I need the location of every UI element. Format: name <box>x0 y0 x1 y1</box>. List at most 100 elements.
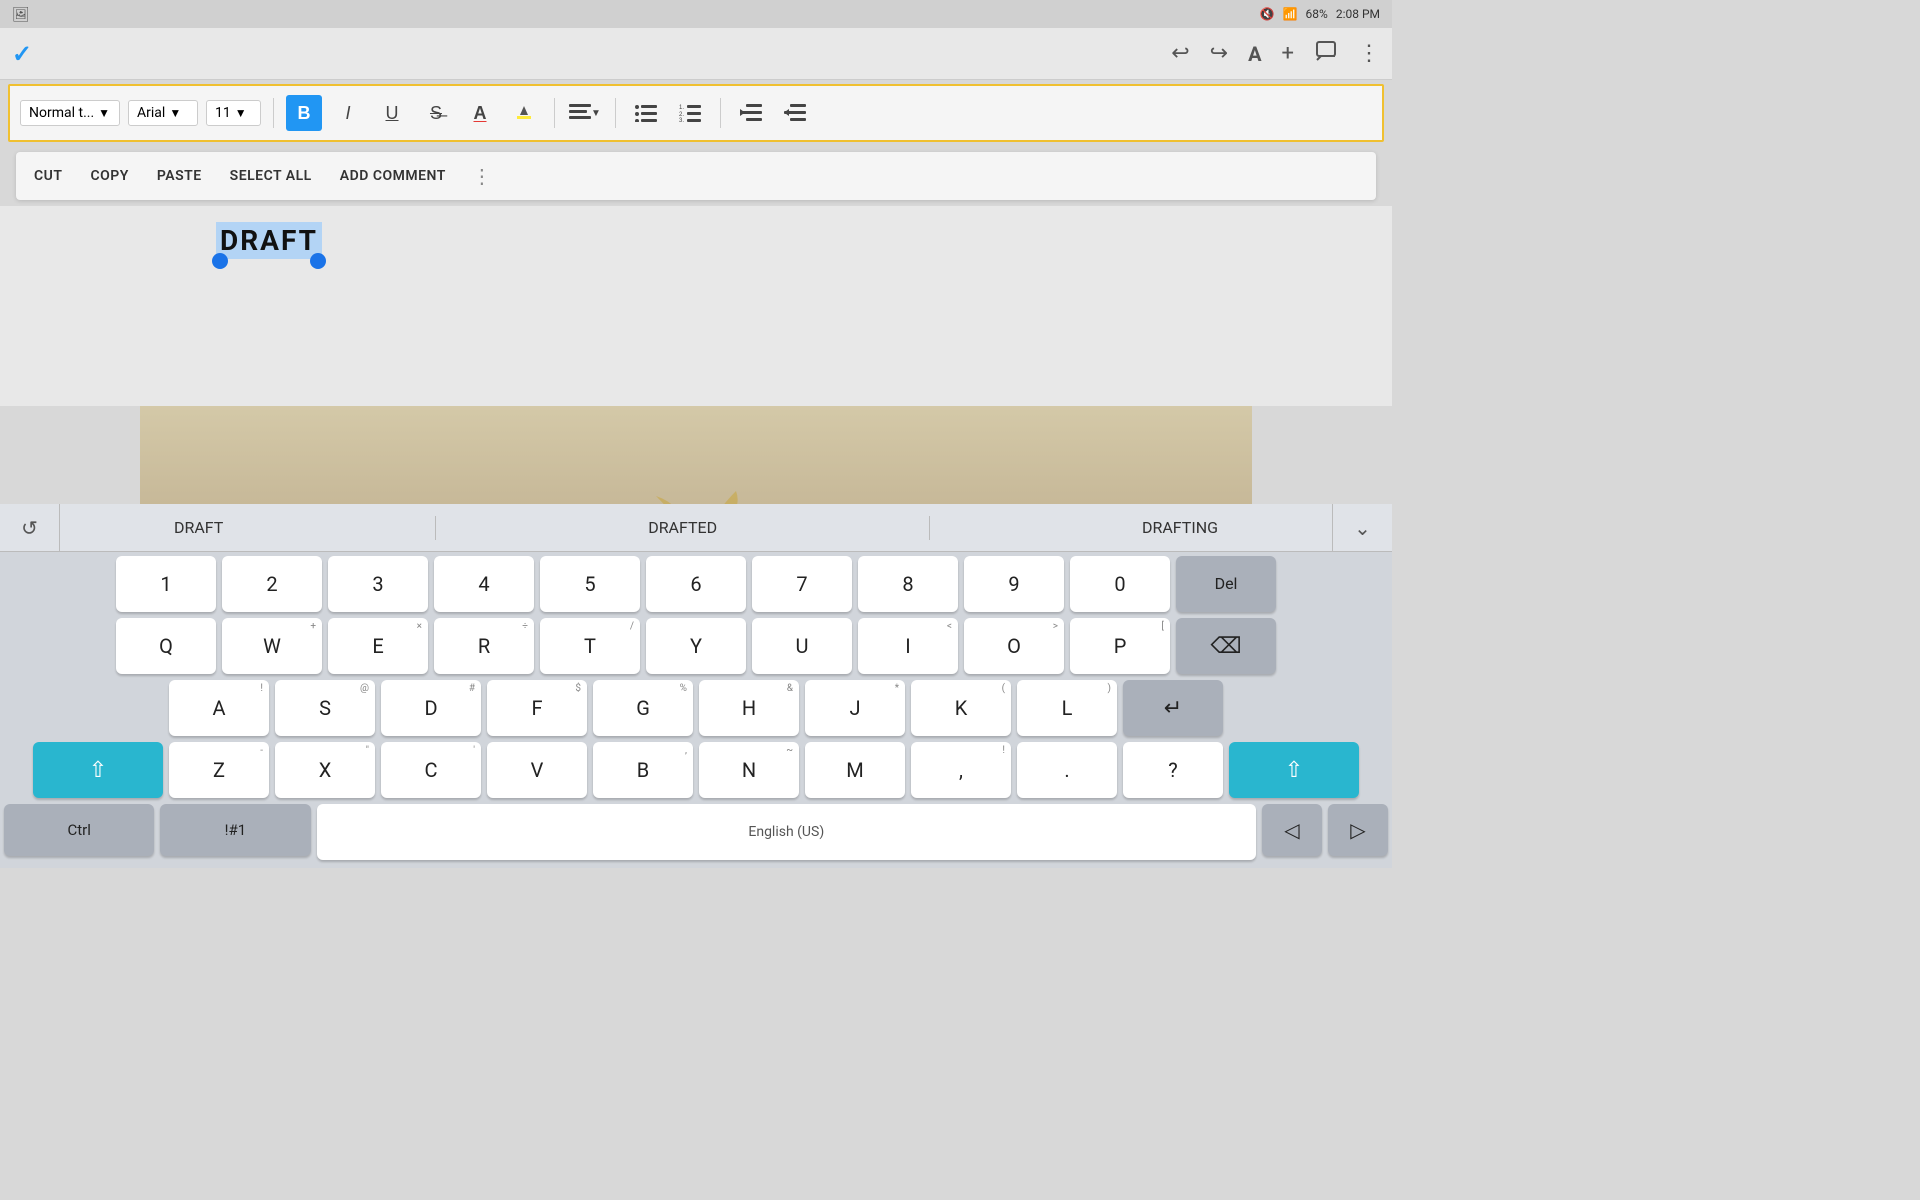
key-f[interactable]: $F <box>487 680 587 736</box>
bullet-list-button[interactable] <box>628 95 664 131</box>
font-color-button[interactable]: A <box>462 95 498 131</box>
backspace-key[interactable]: ⌫ <box>1176 618 1276 674</box>
key-d[interactable]: #D <box>381 680 481 736</box>
key-y[interactable]: Y <box>646 618 746 674</box>
key-m[interactable]: M <box>805 742 905 798</box>
key-5[interactable]: 5 <box>540 556 640 612</box>
right-arrow-key[interactable]: ▷ <box>1328 804 1388 856</box>
key-h[interactable]: &H <box>699 680 799 736</box>
key-question[interactable]: ? <box>1123 742 1223 798</box>
key-9[interactable]: 9 <box>964 556 1064 612</box>
key-v[interactable]: V <box>487 742 587 798</box>
key-w[interactable]: +W <box>222 618 322 674</box>
key-r[interactable]: ÷R <box>434 618 534 674</box>
autocomplete-word-1[interactable]: DRAFT <box>158 514 239 541</box>
select-all-button[interactable]: SELECT ALL <box>228 164 314 188</box>
key-j[interactable]: *J <box>805 680 905 736</box>
add-button[interactable]: + <box>1282 41 1294 66</box>
paste-button[interactable]: PASTE <box>155 164 204 188</box>
more-options-button[interactable]: ⋮ <box>1358 41 1380 66</box>
key-z[interactable]: -Z <box>169 742 269 798</box>
key-t[interactable]: /T <box>540 618 640 674</box>
key-q[interactable]: Q <box>116 618 216 674</box>
delete-key[interactable]: Del <box>1176 556 1276 612</box>
numbered-list-button[interactable]: 1. 2. 3. <box>672 95 708 131</box>
selection-handle-right[interactable] <box>310 253 326 269</box>
autocomplete-icon[interactable]: ↺ <box>0 504 60 551</box>
key-g[interactable]: %G <box>593 680 693 736</box>
key-l[interactable]: )L <box>1017 680 1117 736</box>
text-style-dropdown[interactable]: Normal t... ▼ <box>20 100 120 126</box>
add-comment-button[interactable]: ADD COMMENT <box>338 164 448 188</box>
enter-key[interactable]: ↵ <box>1123 680 1223 736</box>
selection-handle-left[interactable] <box>212 253 228 269</box>
asdf-row: !A @S #D $F %G &H *J (K )L ↵ <box>4 680 1388 736</box>
selected-text[interactable]: DRAFT <box>216 222 322 259</box>
key-4[interactable]: 4 <box>434 556 534 612</box>
context-more-button[interactable]: ⋮ <box>472 164 492 188</box>
toolbar-left: ✓ <box>12 40 32 68</box>
key-e[interactable]: ×E <box>328 618 428 674</box>
key-comma[interactable]: !, <box>911 742 1011 798</box>
align-button[interactable]: ▼ <box>567 95 603 131</box>
key-u[interactable]: U <box>752 618 852 674</box>
key-x[interactable]: "X <box>275 742 375 798</box>
undo-button[interactable]: ↩ <box>1171 41 1189 66</box>
font-dropdown[interactable]: Arial ▼ <box>128 100 198 126</box>
number-row: 1 2 3 4 5 6 7 8 9 0 Del <box>4 556 1388 612</box>
formatting-toolbar: Normal t... ▼ Arial ▼ 11 ▼ B I U S̶ A ▼ <box>8 84 1384 142</box>
key-b[interactable]: ,B <box>593 742 693 798</box>
ctrl-key[interactable]: Ctrl <box>4 804 154 856</box>
key-3[interactable]: 3 <box>328 556 428 612</box>
increase-indent-button[interactable] <box>777 95 813 131</box>
spacebar[interactable]: English (US) <box>317 804 1256 860</box>
key-n[interactable]: ~N <box>699 742 799 798</box>
checkmark-button[interactable]: ✓ <box>12 40 32 68</box>
autocomplete-collapse-button[interactable]: ⌄ <box>1332 504 1392 551</box>
key-c[interactable]: 'C <box>381 742 481 798</box>
autocomplete-word-3[interactable]: DRAFTING <box>1126 514 1234 541</box>
key-k[interactable]: (K <box>911 680 1011 736</box>
key-s[interactable]: @S <box>275 680 375 736</box>
font-size-dropdown[interactable]: 11 ▼ <box>206 100 261 126</box>
left-arrow-key[interactable]: ◁ <box>1262 804 1322 856</box>
redo-button[interactable]: ↪ <box>1210 41 1228 66</box>
highlight-button[interactable] <box>506 95 542 131</box>
copy-button[interactable]: COPY <box>88 164 130 188</box>
key-7[interactable]: 7 <box>752 556 852 612</box>
sym-key[interactable]: !#1 <box>160 804 310 856</box>
comment-button[interactable] <box>1314 39 1338 69</box>
qwerty-row: Q +W ×E ÷R /T Y U <I >O [P ⌫ <box>4 618 1388 674</box>
decrease-indent-button[interactable] <box>733 95 769 131</box>
key-1[interactable]: 1 <box>116 556 216 612</box>
bold-button[interactable]: B <box>286 95 322 131</box>
key-period[interactable]: . <box>1017 742 1117 798</box>
separator-2 <box>554 98 555 128</box>
context-menu-wrapper: CUT COPY PASTE SELECT ALL ADD COMMENT ⋮ <box>0 146 1392 206</box>
key-8[interactable]: 8 <box>858 556 958 612</box>
separator-4 <box>720 98 721 128</box>
top-toolbar: ✓ ↩ ↪ A + ⋮ <box>0 28 1392 80</box>
key-a[interactable]: !A <box>169 680 269 736</box>
autocomplete-suggestions: DRAFT DRAFTED DRAFTING <box>60 514 1332 541</box>
svg-text:1.: 1. <box>679 105 684 111</box>
key-2[interactable]: 2 <box>222 556 322 612</box>
autocomplete-word-2[interactable]: DRAFTED <box>632 514 733 541</box>
selected-text-container[interactable]: DRAFT <box>216 222 322 259</box>
shift-right-key[interactable]: ⇧ <box>1229 742 1359 798</box>
key-i[interactable]: <I <box>858 618 958 674</box>
separator-3 <box>615 98 616 128</box>
suggestion-divider-1 <box>435 516 436 540</box>
underline-button[interactable]: U <box>374 95 410 131</box>
italic-button[interactable]: I <box>330 95 366 131</box>
font-size-button[interactable]: A <box>1248 42 1261 66</box>
key-0[interactable]: 0 <box>1070 556 1170 612</box>
shift-left-key[interactable]: ⇧ <box>33 742 163 798</box>
key-6[interactable]: 6 <box>646 556 746 612</box>
cut-button[interactable]: CUT <box>32 164 64 188</box>
key-o[interactable]: >O <box>964 618 1064 674</box>
strikethrough-button[interactable]: S̶ <box>418 95 454 131</box>
svg-text:3.: 3. <box>679 118 684 122</box>
zxcv-row: ⇧ -Z "X 'C V ,B ~N M !, . ? ⇧ <box>4 742 1388 798</box>
key-p[interactable]: [P <box>1070 618 1170 674</box>
